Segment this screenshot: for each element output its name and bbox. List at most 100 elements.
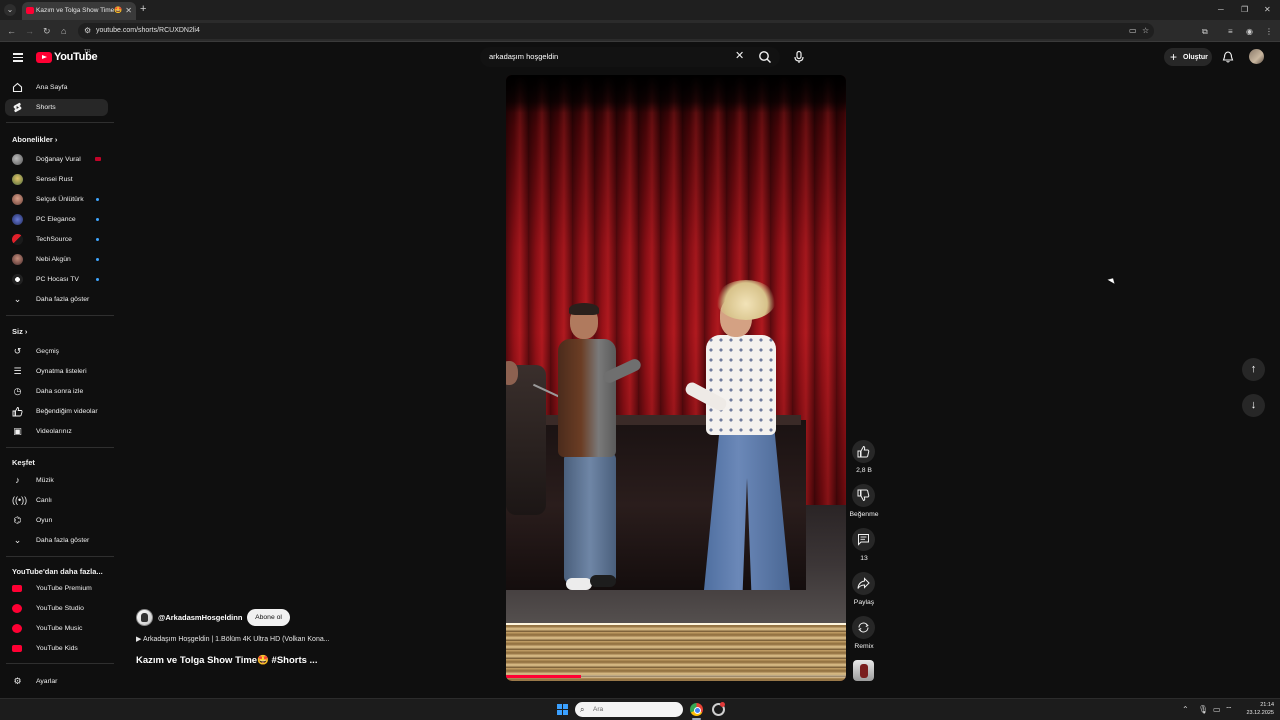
gaming-icon: ⌬ bbox=[13, 515, 22, 525]
subscriptions-header[interactable]: Abonelikler › bbox=[12, 135, 57, 145]
home-browser-icon[interactable]: ⌂ bbox=[61, 25, 66, 37]
new-content-dot-icon bbox=[96, 238, 99, 241]
site-info-icon[interactable]: ⚙ bbox=[84, 25, 91, 37]
youtube-logo-icon[interactable] bbox=[36, 52, 52, 63]
sidebar-item-settings[interactable]: ⚙ Ayarlar bbox=[5, 673, 108, 690]
restore-icon[interactable]: ❐ bbox=[1241, 3, 1248, 16]
sidebar-item-label: Doğanay Vural bbox=[36, 156, 81, 163]
sidebar-item-label: YouTube Kids bbox=[36, 645, 78, 652]
sidebar-divider bbox=[6, 315, 114, 316]
tab-search-button[interactable]: ⌄ bbox=[4, 4, 16, 16]
sidebar-item-liked-videos[interactable]: Beğendiğim videolar bbox=[5, 403, 108, 420]
sidebar-item-label: Daha fazla göster bbox=[36, 537, 90, 544]
network-tray-icon[interactable]: ⌔ bbox=[1225, 704, 1233, 715]
search-clear-icon[interactable]: ✕ bbox=[735, 50, 744, 63]
sidebar-item-youtube-music[interactable]: YouTube Music bbox=[5, 620, 108, 637]
like-button[interactable] bbox=[852, 440, 875, 463]
recorder-app-icon[interactable] bbox=[712, 702, 725, 716]
sidebar-item-label: Oyun bbox=[36, 517, 53, 524]
browser-toolbar: ← → ↻ ⌂ ⚙ youtube.com/shorts/RCUXDN2li4 … bbox=[0, 20, 1280, 42]
sidebar-item-youtube-studio[interactable]: YouTube Studio bbox=[5, 600, 108, 617]
channel-name[interactable]: @ArkadasmHosgeldinn bbox=[158, 613, 242, 623]
sidebar-item-your-videos[interactable]: ▣ Videolarınız bbox=[5, 423, 108, 440]
extensions-icon[interactable]: ⧉ bbox=[1202, 26, 1208, 37]
tab-close-icon[interactable]: ✕ bbox=[125, 5, 132, 16]
voice-search-icon[interactable] bbox=[792, 50, 806, 64]
sidebar-item-live[interactable]: ((•)) Canlı bbox=[5, 492, 108, 509]
sidebar-item-subscription[interactable]: PC Hocası TV bbox=[5, 271, 108, 288]
sidebar-item-label: Daha sonra izle bbox=[36, 388, 84, 395]
chrome-icon[interactable] bbox=[690, 703, 703, 716]
microphone-tray-icon[interactable]: 🎙 bbox=[1198, 704, 1208, 715]
video-progress-bar[interactable] bbox=[506, 675, 846, 678]
your-videos-icon: ▣ bbox=[13, 426, 22, 436]
remix-button[interactable] bbox=[852, 616, 875, 639]
channel-avatar[interactable] bbox=[136, 609, 153, 626]
sidebar-item-music[interactable]: ♪ Müzik bbox=[5, 472, 108, 489]
taskbar-search-box[interactable]: ⌕ Ara bbox=[575, 702, 683, 717]
sidebar-item-watch-later[interactable]: ◷ Daha sonra izle bbox=[5, 383, 108, 400]
create-button[interactable]: + Oluştur bbox=[1164, 48, 1212, 66]
sidebar-item-gaming[interactable]: ⌬ Oyun bbox=[5, 512, 108, 529]
back-icon[interactable]: ← bbox=[7, 25, 16, 37]
shorts-video-player[interactable] bbox=[506, 75, 846, 681]
previous-short-button[interactable]: ↑ bbox=[1242, 358, 1265, 381]
plus-icon: + bbox=[1170, 50, 1178, 64]
sidebar-item-subscription[interactable]: Nebi Akgün bbox=[5, 251, 108, 268]
stage-shadow bbox=[506, 75, 846, 113]
bookmark-star-icon[interactable]: ☆ bbox=[1142, 25, 1149, 37]
stage-edge-highlight bbox=[506, 623, 846, 625]
history-icon: ↺ bbox=[13, 346, 22, 356]
search-box[interactable]: arkadaşım hoşgeldin ✕ bbox=[480, 47, 780, 67]
next-short-button[interactable]: ↓ bbox=[1242, 394, 1265, 417]
notifications-bell-icon[interactable] bbox=[1222, 51, 1234, 63]
comments-button[interactable] bbox=[852, 528, 875, 551]
reload-icon[interactable]: ↻ bbox=[43, 25, 51, 37]
channel-avatar bbox=[12, 234, 23, 245]
related-video-link[interactable]: ▶ Arkadaşım Hoşgeldin | 1.Bölüm 4K Ultra… bbox=[136, 635, 330, 645]
search-input[interactable]: arkadaşım hoşgeldin bbox=[489, 52, 558, 62]
browser-menu-icon[interactable]: ⋮ bbox=[1265, 26, 1273, 37]
minimize-icon[interactable]: ─ bbox=[1218, 3, 1224, 16]
install-app-icon[interactable]: ▭ bbox=[1129, 25, 1137, 37]
sidebar-item-playlists[interactable]: ☰ Oynatma listeleri bbox=[5, 363, 108, 380]
sidebar-item-subscription[interactable]: PC Elegance bbox=[5, 211, 108, 228]
sidebar-item-shorts[interactable]: Shorts bbox=[5, 99, 108, 116]
forward-icon[interactable]: → bbox=[25, 25, 34, 37]
sidebar-item-subscription[interactable]: Doğanay Vural bbox=[5, 151, 108, 168]
dislike-button[interactable] bbox=[852, 484, 875, 507]
you-header[interactable]: Siz › bbox=[12, 327, 27, 337]
short-title[interactable]: Kazım ve Tolga Show Time🤩 #Shorts ... bbox=[136, 655, 317, 667]
sidebar-item-subscription[interactable]: Sensei Rust bbox=[5, 171, 108, 188]
profile-icon[interactable]: ◉ bbox=[1246, 26, 1253, 37]
sidebar-item-show-more[interactable]: ⌄ Daha fazla göster bbox=[5, 291, 108, 308]
media-control-icon[interactable]: ≡ bbox=[1228, 26, 1233, 37]
search-icon[interactable] bbox=[758, 50, 772, 64]
sidebar-item-youtube-kids[interactable]: YouTube Kids bbox=[5, 640, 108, 657]
address-bar[interactable]: ⚙ youtube.com/shorts/RCUXDN2li4 ▭ ☆ bbox=[78, 23, 1154, 39]
subscribe-button[interactable]: Abone ol bbox=[247, 609, 290, 626]
thumbs-down-icon bbox=[857, 489, 870, 502]
sidebar-item-home[interactable]: Ana Sayfa bbox=[5, 79, 108, 96]
sidebar-item-label: YouTube Studio bbox=[36, 605, 84, 612]
tray-overflow-icon[interactable]: ⌃ bbox=[1182, 704, 1189, 715]
sidebar-item-subscription[interactable]: Selçuk Ünlütürk bbox=[5, 191, 108, 208]
sidebar-item-history[interactable]: ↺ Geçmiş bbox=[5, 343, 108, 360]
sound-thumbnail[interactable] bbox=[853, 660, 874, 681]
performer-right-shirt bbox=[706, 335, 776, 435]
guide-menu-icon[interactable] bbox=[13, 53, 23, 62]
windows-start-icon[interactable] bbox=[557, 704, 568, 715]
sidebar-item-show-more[interactable]: ⌄ Daha fazla göster bbox=[5, 532, 108, 549]
taskbar-clock[interactable]: 21:14 23.12.2025 bbox=[1238, 702, 1274, 717]
display-tray-icon[interactable]: ▭ bbox=[1213, 704, 1221, 715]
live-icon: ((•)) bbox=[12, 495, 28, 505]
more-from-youtube-header: YouTube'dan daha fazla... bbox=[12, 567, 103, 576]
sidebar-item-subscription[interactable]: TechSource bbox=[5, 231, 108, 248]
account-avatar[interactable] bbox=[1249, 49, 1264, 64]
new-tab-icon[interactable]: + bbox=[140, 3, 146, 16]
like-count: 2,8 B bbox=[856, 467, 872, 474]
sidebar-item-youtube-premium[interactable]: YouTube Premium bbox=[5, 580, 108, 597]
share-button[interactable] bbox=[852, 572, 875, 595]
browser-tab-active[interactable]: Kazım ve Tolga Show Time🤩 # ✕ bbox=[22, 2, 136, 20]
window-close-icon[interactable]: ✕ bbox=[1264, 3, 1271, 16]
